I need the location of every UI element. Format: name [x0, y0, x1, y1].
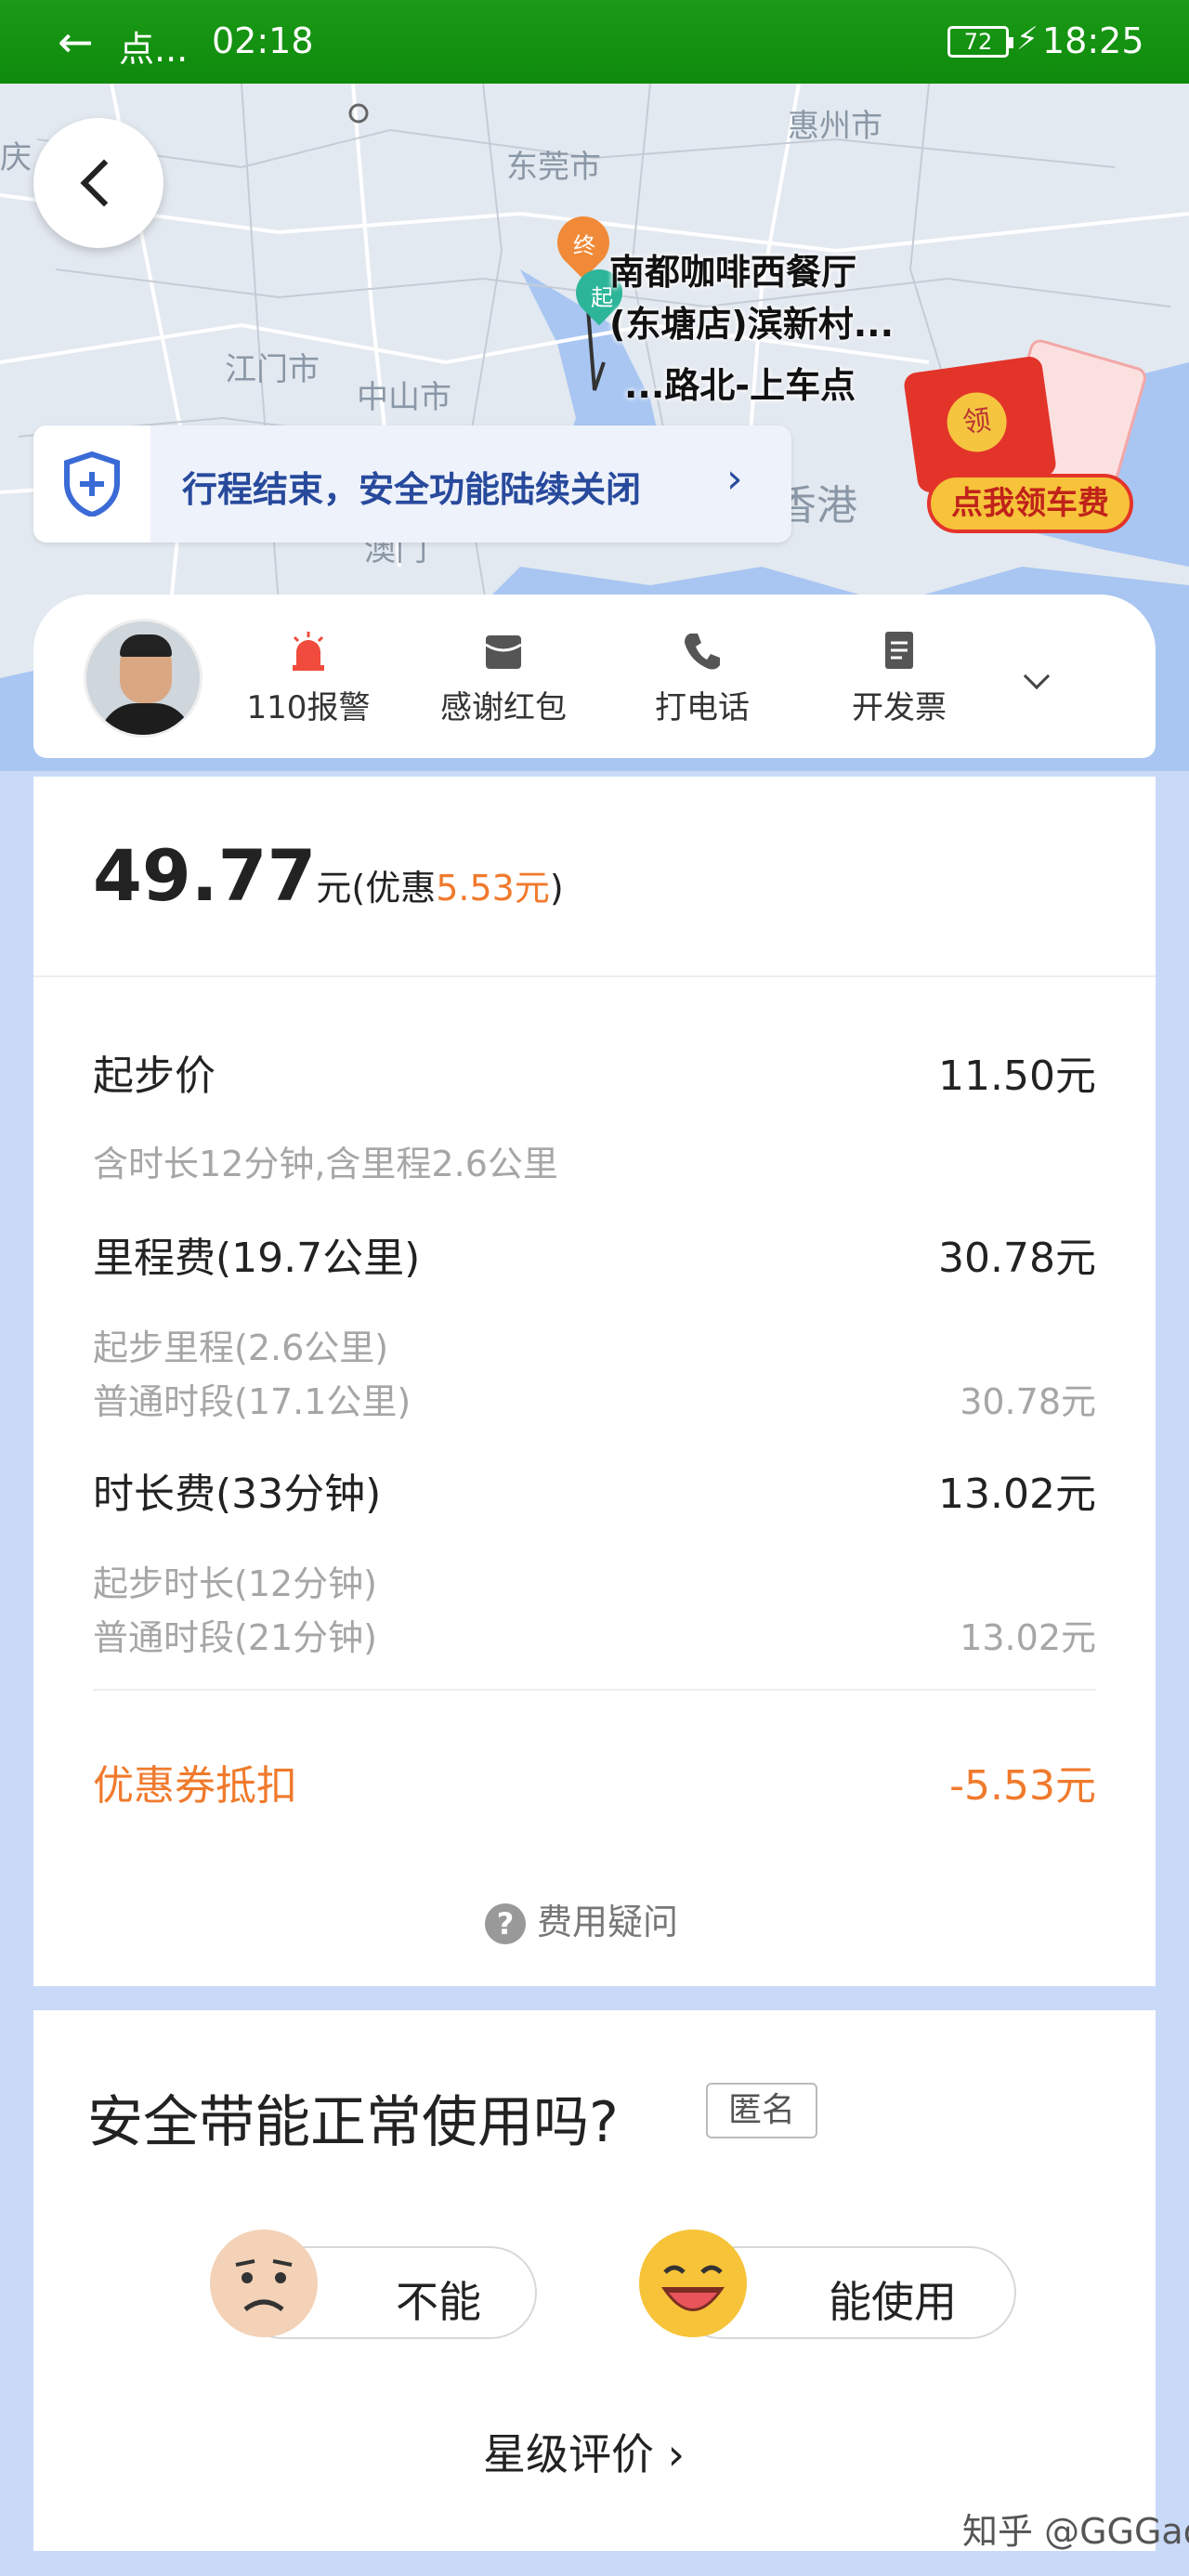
map-label-jiangmen: 江门市	[225, 351, 320, 388]
map-back-button[interactable]	[33, 118, 163, 248]
base-fare-row: 起步价 11.50元	[93, 1042, 1096, 1100]
mileage-value: 30.78元	[938, 1235, 1096, 1282]
fare-unit: 元(优惠	[316, 868, 437, 909]
driver-card: 110报警 感谢红包 打电话 开发票	[33, 595, 1156, 758]
call-button[interactable]: 打电话	[609, 628, 795, 727]
promo-label: 点我领车费	[927, 474, 1133, 533]
invoice-button[interactable]: 开发票	[806, 628, 992, 727]
pickup-label: ...路北-上车点	[624, 365, 856, 406]
seatbelt-survey-card: 安全带能正常使用吗? 匿名 不能 能使用 星级评价 ›	[33, 2010, 1156, 2551]
mileage-row: 里程费(19.7公里) 30.78元	[93, 1224, 1096, 1282]
divider	[33, 975, 1156, 977]
fare-discount: 5.53元	[436, 868, 550, 909]
base-fare-note: 含时长12分钟,含里程2.6公里	[93, 1144, 558, 1184]
coupon-value: -5.53元	[949, 1762, 1096, 1810]
back-arrow-icon[interactable]: ←	[58, 17, 94, 67]
phone-icon	[685, 634, 720, 670]
chevron-down-icon[interactable]	[1023, 662, 1051, 690]
pin-end-label: 终	[573, 232, 596, 259]
app-title: 点...	[119, 29, 189, 70]
map-label-zhongshan: 中山市	[357, 379, 451, 416]
map-label-edge: 庆	[0, 139, 32, 177]
driver-avatar[interactable]	[84, 619, 203, 738]
question-icon: ?	[485, 1903, 526, 1944]
duration-sub2: 普通时段(21分钟)	[93, 1617, 378, 1658]
invoice-label: 开发票	[852, 689, 947, 726]
red-packet-promo[interactable]: 领 点我领车费	[902, 336, 1152, 537]
envelope-char: 领	[943, 388, 1011, 456]
option-no-label: 不能	[396, 2277, 481, 2327]
safety-banner[interactable]: 行程结束，安全功能陆续关闭 ›	[33, 425, 791, 543]
fare-card: 49.77元(优惠5.53元) 起步价 11.50元 含时长12分钟,含里程2.…	[33, 777, 1156, 1986]
status-bar: ← 点... 02:18 72 ⚡ 18:25	[0, 0, 1189, 84]
survey-title: 安全带能正常使用吗?	[87, 2090, 619, 2155]
sad-face-icon	[210, 2229, 318, 2337]
charging-icon: ⚡	[1016, 20, 1039, 58]
clock: 18:25	[1042, 20, 1144, 61]
mileage-sub2-value: 30.78元	[960, 1381, 1096, 1422]
mileage-sub2: 普通时段(17.1公里)	[93, 1381, 412, 1422]
fare-close-paren: )	[549, 868, 564, 909]
chevron-right-icon: ›	[726, 455, 743, 503]
mileage-label: 里程费(19.7公里)	[93, 1235, 421, 1282]
safety-banner-text: 行程结束，安全功能陆续关闭	[182, 469, 642, 510]
destination-label-line2: (东塘店)滨新村...	[609, 304, 895, 345]
option-yes-label: 能使用	[829, 2277, 957, 2327]
divider	[93, 1689, 1096, 1691]
fare-total: 49.77元(优惠5.53元)	[93, 834, 564, 917]
police-label: 110报警	[246, 689, 371, 726]
avatar-hair	[120, 634, 172, 657]
shield-icon	[33, 425, 150, 543]
alarm-icon	[293, 632, 324, 671]
fee-question-link[interactable]: ? 费用疑问	[485, 1893, 678, 1944]
call-label: 打电话	[655, 689, 750, 726]
anonymous-badge: 匿名	[706, 2083, 817, 2138]
coupon-label: 优惠券抵扣	[93, 1762, 297, 1810]
fare-amount: 49.77	[93, 834, 317, 917]
duration-sub1: 起步时长(12分钟)	[93, 1563, 378, 1604]
duration-sub2-value: 13.02元	[960, 1617, 1096, 1658]
mileage-sub1: 起步里程(2.6公里)	[93, 1327, 389, 1368]
base-fare-value: 11.50元	[938, 1053, 1096, 1100]
base-fare-label: 起步价	[93, 1053, 216, 1100]
fee-question-label: 费用疑问	[537, 1902, 679, 1942]
coupon-row: 优惠券抵扣 -5.53元	[93, 1752, 1096, 1810]
map-label-dongguan: 东莞市	[506, 149, 601, 186]
duration-label: 时长费(33分钟)	[93, 1471, 382, 1518]
avatar-suit	[99, 703, 192, 735]
battery-icon: 72	[947, 26, 1013, 58]
police-button[interactable]: 110报警	[216, 628, 401, 727]
call-timer: 02:18	[212, 20, 314, 61]
destination-label-line1: 南都咖啡西餐厅	[609, 252, 857, 293]
map-label-huizhou: 惠州市	[788, 108, 882, 145]
happy-face-icon	[639, 2229, 747, 2337]
tip-label: 感谢红包	[440, 689, 567, 726]
red-packet-icon	[485, 635, 522, 669]
tip-button[interactable]: 感谢红包	[411, 628, 596, 727]
watermark: 知乎 @GGGad	[962, 2511, 1189, 2552]
duration-value: 13.02元	[938, 1471, 1096, 1518]
invoice-icon	[885, 632, 913, 669]
duration-row: 时长费(33分钟) 13.02元	[93, 1460, 1096, 1518]
star-rating-link[interactable]: 星级评价 ›	[483, 2421, 685, 2482]
